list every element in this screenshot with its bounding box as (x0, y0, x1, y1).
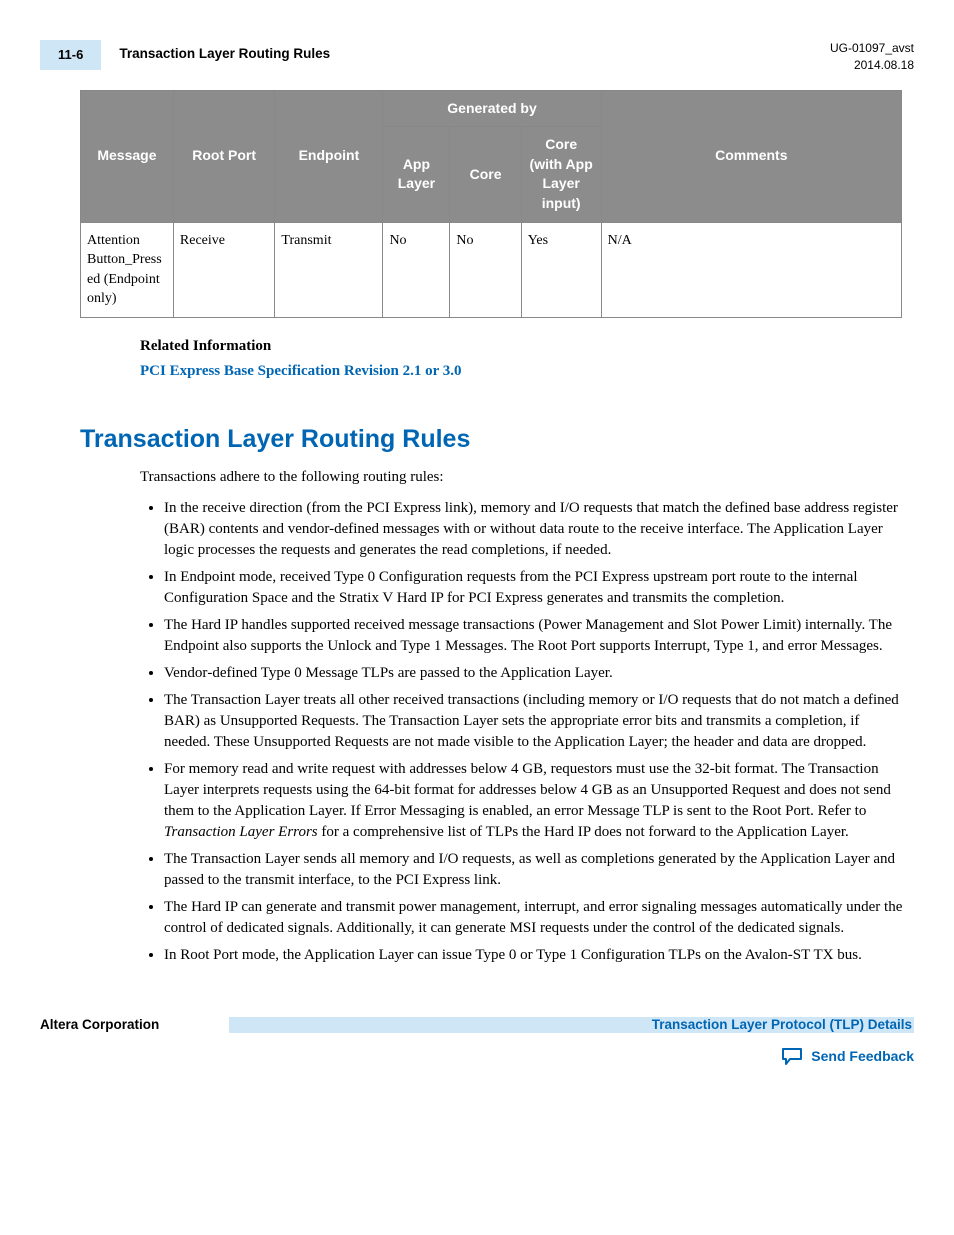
th-message: Message (81, 90, 174, 222)
doc-id: UG-01097_avst (830, 40, 914, 57)
list-item: In the receive direction (from the PCI E… (164, 498, 904, 561)
cell-endpoint: Transmit (275, 222, 383, 317)
th-app-layer: App Layer (383, 127, 450, 222)
intro-text: Transactions adhere to the following rou… (140, 467, 904, 488)
page-header: 11-6 Transaction Layer Routing Rules UG-… (40, 40, 914, 74)
th-comments: Comments (601, 90, 901, 222)
feedback-icon[interactable] (781, 1047, 803, 1067)
cell-app-layer: No (383, 222, 450, 317)
send-feedback-link[interactable]: Send Feedback (811, 1047, 914, 1067)
table-row: Attention Button_Pressed (Endpoint only)… (81, 222, 902, 317)
footer-bar: Transaction Layer Protocol (TLP) Details (229, 1017, 914, 1033)
page-footer: Altera Corporation Transaction Layer Pro… (40, 1016, 914, 1035)
cell-core-app: Yes (521, 222, 601, 317)
footer-right-link[interactable]: Transaction Layer Protocol (TLP) Details (652, 1016, 914, 1035)
list-item: The Transaction Layer sends all memory a… (164, 849, 904, 891)
list-item: Vendor‑defined Type 0 Message TLPs are p… (164, 663, 904, 684)
italic-ref: Transaction Layer Errors (164, 824, 318, 840)
cell-comments: N/A (601, 222, 901, 317)
list-item: The Hard IP can generate and transmit po… (164, 897, 904, 939)
cell-core: No (450, 222, 521, 317)
rules-list: In the receive direction (from the PCI E… (140, 498, 904, 966)
cell-root-port: Receive (173, 222, 275, 317)
th-core-app: Core (with App Layer input) (521, 127, 601, 222)
section-heading: Transaction Layer Routing Rules (80, 422, 914, 457)
doc-date: 2014.08.18 (830, 57, 914, 74)
th-generated-by: Generated by (383, 90, 601, 127)
list-item: The Hard IP handles supported received m… (164, 615, 904, 657)
th-endpoint: Endpoint (275, 90, 383, 222)
list-item: For memory read and write request with a… (164, 759, 904, 843)
list-item: The Transaction Layer treats all other r… (164, 690, 904, 753)
page-number: 11-6 (40, 40, 101, 70)
feedback-row: Send Feedback (40, 1047, 914, 1067)
doc-id-block: UG-01097_avst 2014.08.18 (830, 40, 914, 74)
routing-table: Message Root Port Endpoint Generated by … (80, 90, 902, 318)
related-link[interactable]: PCI Express Base Specification Revision … (140, 361, 914, 382)
related-heading: Related Information (140, 336, 914, 357)
th-root-port: Root Port (173, 90, 275, 222)
list-item: In Endpoint mode, received Type 0 Config… (164, 567, 904, 609)
related-info: Related Information PCI Express Base Spe… (140, 336, 914, 382)
footer-left: Altera Corporation (40, 1016, 159, 1035)
th-core: Core (450, 127, 521, 222)
list-item-text: for a comprehensive list of TLPs the Har… (318, 824, 849, 840)
cell-message: Attention Button_Pressed (Endpoint only) (81, 222, 174, 317)
list-item-text: For memory read and write request with a… (164, 761, 891, 819)
section-body: Transactions adhere to the following rou… (140, 467, 904, 966)
running-title: Transaction Layer Routing Rules (119, 45, 830, 64)
list-item: In Root Port mode, the Application Layer… (164, 945, 904, 966)
